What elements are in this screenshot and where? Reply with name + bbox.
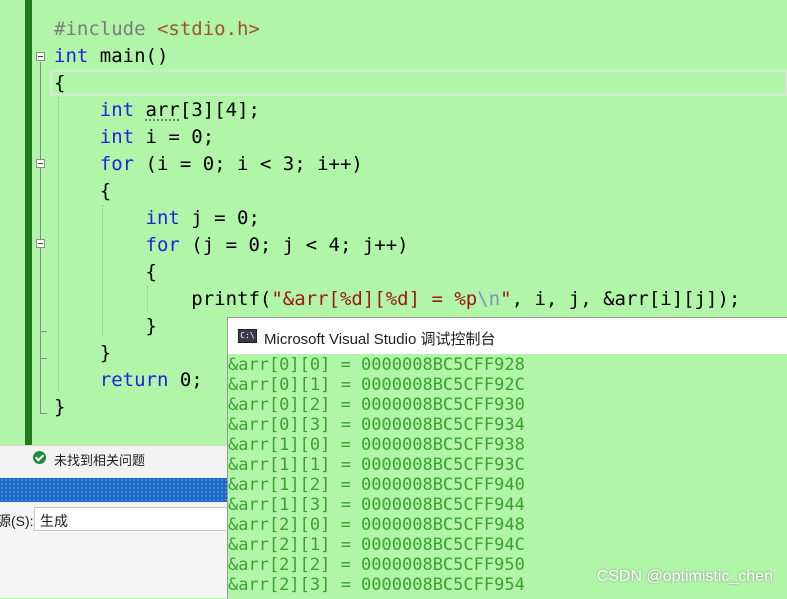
code-token: printf( <box>54 288 272 310</box>
console-output-line: &arr[1][3] = 0000008BC5CFF944 <box>228 495 525 515</box>
code-line[interactable]: int arr[3][4]; <box>54 97 260 124</box>
console-output-line: &arr[0][3] = 0000008BC5CFF934 <box>228 415 525 435</box>
code-line[interactable]: { <box>54 178 111 205</box>
code-line[interactable]: #include <stdio.h> <box>54 16 260 43</box>
code-token: arr <box>145 99 180 121</box>
console-output-line: &arr[2][3] = 0000008BC5CFF954 <box>228 575 525 595</box>
code-token: i = 0; <box>134 126 215 148</box>
code-token: 0; <box>168 369 203 391</box>
code-token: , i, j, &arr[i][j]); <box>511 288 741 310</box>
code-line[interactable]: printf("&arr[%d][%d] = %p\n", i, j, &arr… <box>54 286 740 313</box>
code-token: for <box>99 153 135 175</box>
code-token: } <box>54 342 112 364</box>
console-output-line: &arr[1][0] = 0000008BC5CFF938 <box>228 435 525 455</box>
watermark: CSDN @optimistic_chen <box>596 568 773 585</box>
console-output-line: &arr[1][1] = 0000008BC5CFF93C <box>228 455 525 475</box>
issues-status-text[interactable]: 未找到相关问题 <box>54 450 145 469</box>
code-token: { <box>54 72 66 94</box>
output-panel: 源(S): 生成 <box>0 502 234 598</box>
code-token: (i = 0; i < 3; i++) <box>134 153 363 175</box>
code-token: int <box>54 45 89 67</box>
check-circle-icon <box>33 451 46 464</box>
console-output-line: &arr[2][0] = 0000008BC5CFF948 <box>228 515 525 535</box>
code-token: <stdio.h> <box>156 18 260 40</box>
code-line[interactable]: { <box>54 259 157 286</box>
code-token: int <box>145 207 180 229</box>
code-line[interactable]: } <box>54 394 65 421</box>
output-source-label: 源(S): <box>0 513 34 529</box>
fold-end-main <box>40 413 47 414</box>
code-token: int <box>99 99 135 121</box>
fold-for-outer-icon[interactable] <box>36 159 45 168</box>
console-output-line: &arr[0][1] = 0000008BC5CFF92C <box>228 375 525 395</box>
current-line-highlight <box>50 70 787 96</box>
code-line[interactable]: for (j = 0; j < 4; j++) <box>54 232 409 259</box>
output-panel-titlebar[interactable] <box>0 478 228 502</box>
console-output-line: &arr[0][2] = 0000008BC5CFF930 <box>228 395 525 415</box>
output-source-value: 生成 <box>40 513 68 529</box>
code-token: (j = 0; j < 4; j++) <box>179 234 409 256</box>
console-output-line: &arr[1][2] = 0000008BC5CFF940 <box>228 475 525 495</box>
status-bar: 未找到相关问题 <box>0 445 228 470</box>
panel-separator <box>0 470 228 478</box>
code-line[interactable]: for (i = 0; i < 3; i++) <box>54 151 363 178</box>
console-app-icon: C:\ <box>238 329 257 343</box>
code-line[interactable]: int main() <box>54 43 168 70</box>
code-token: return <box>99 369 169 391</box>
console-output-line: &arr[2][1] = 0000008BC5CFF94C <box>228 535 525 555</box>
fold-main-icon[interactable] <box>36 52 45 61</box>
code-line[interactable]: } <box>54 313 157 340</box>
code-token: } <box>54 396 66 418</box>
code-token: " <box>500 288 512 310</box>
fold-line-main <box>40 62 41 413</box>
code-line[interactable]: int j = 0; <box>54 205 260 232</box>
code-token: { <box>54 261 157 283</box>
debug-console-window[interactable]: C:\ Microsoft Visual Studio 调试控制台 &arr[0… <box>227 317 787 599</box>
code-line[interactable]: { <box>54 70 65 97</box>
code-token: \n <box>477 288 501 310</box>
code-token: main() <box>88 45 169 67</box>
code-token: #include <box>54 18 157 40</box>
console-output: &arr[0][0] = 0000008BC5CFF928 &arr[0][1] … <box>228 355 525 595</box>
code-token: "&arr[%d][%d] = %p <box>271 288 478 310</box>
console-output-line: &arr[0][0] = 0000008BC5CFF928 <box>228 355 525 375</box>
change-tracking-bar <box>25 0 32 445</box>
code-token: } <box>54 315 157 337</box>
console-titlebar[interactable]: C:\ Microsoft Visual Studio 调试控制台 <box>228 318 787 354</box>
fold-end-for-outer <box>40 358 47 359</box>
code-token: j = 0; <box>179 207 260 229</box>
code-line[interactable]: } <box>54 340 111 367</box>
fold-for-inner-icon[interactable] <box>36 239 45 248</box>
code-line[interactable]: int i = 0; <box>54 124 214 151</box>
code-token: for <box>145 234 180 256</box>
code-token: [3][4]; <box>179 99 260 121</box>
console-output-line: &arr[2][2] = 0000008BC5CFF950 <box>228 555 525 575</box>
output-source-select[interactable]: 生成 <box>34 507 234 531</box>
console-title: Microsoft Visual Studio 调试控制台 <box>264 331 496 348</box>
code-line[interactable]: return 0; <box>54 367 203 394</box>
code-token: { <box>54 180 112 202</box>
fold-end-for-inner <box>40 331 47 332</box>
editor-left-margin <box>0 0 28 445</box>
code-token: int <box>99 126 135 148</box>
